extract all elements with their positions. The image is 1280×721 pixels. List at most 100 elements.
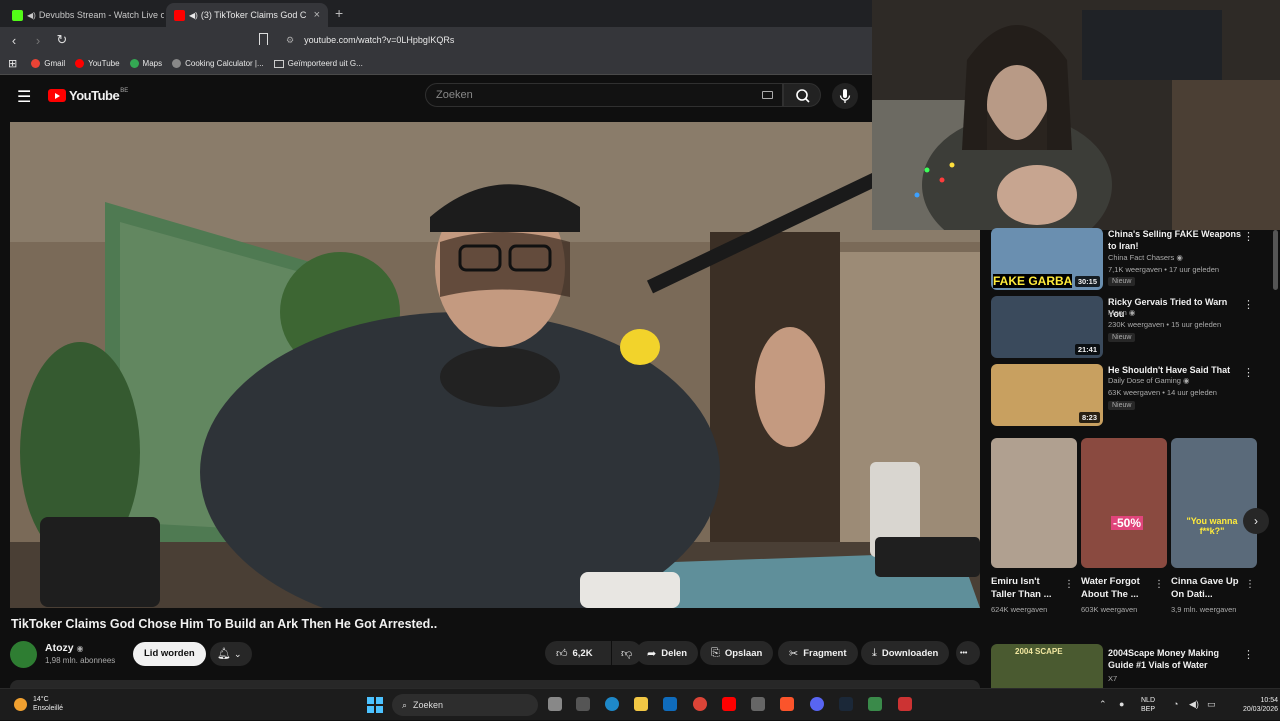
short-title[interactable]: Water Forgot About The ... [1081,575,1151,601]
more-options-icon[interactable]: ⋮ [1243,230,1254,243]
menu-hamburger-icon[interactable]: ☰ [17,87,31,107]
kick-favicon-icon [12,9,23,21]
microphone-tray-icon[interactable]: ● [1119,699,1124,709]
voice-search-button[interactable] [832,83,858,109]
bookmark-cooking-calculator[interactable]: Cooking Calculator |... [172,59,264,68]
video-thumbnail[interactable]: FAKE GARBA 30:15 [991,228,1103,290]
reload-icon[interactable]: ↻ [52,32,72,48]
file-explorer-icon[interactable] [634,697,648,711]
video-player[interactable] [10,122,980,608]
more-options-icon[interactable]: ⋮ [1064,579,1074,590]
short-title[interactable]: Emiru Isn't Taller Than ... [991,575,1061,601]
save-button[interactable]: ⎘ Opslaan [700,641,774,665]
short-thumbnail[interactable]: -50% [1081,438,1167,568]
channel-name[interactable]: Moon ◉ [1108,308,1135,317]
channel-name[interactable]: Atozy ◉ [45,642,84,654]
short-title[interactable]: Cinna Gave Up On Dati... [1171,575,1241,601]
shorts-next-chevron-icon[interactable]: › [1243,508,1269,534]
video-thumbnail[interactable]: 8:23 [991,364,1103,426]
download-button[interactable]: ⤓ Downloaden [861,641,950,665]
scrollbar[interactable] [1273,230,1278,290]
short-thumbnail[interactable] [991,438,1077,568]
date: 20/03/2026 [1242,706,1278,713]
chevron-up-icon[interactable]: ⌃ [1099,699,1107,710]
chrome-icon[interactable] [693,697,707,711]
video-thumbnail[interactable]: 21:41 [991,296,1103,358]
windows-start-icon[interactable] [367,697,383,713]
search-button[interactable] [783,83,821,107]
app-icon[interactable] [898,697,912,711]
bookmark-youtube[interactable]: YouTube [75,59,120,68]
back-icon[interactable]: ‹ [4,33,24,48]
battery-icon[interactable]: ▭ [1207,699,1216,710]
app-icon[interactable] [868,697,882,711]
edge-icon[interactable] [605,697,619,711]
clip-button[interactable]: ✂ Fragment [778,641,858,665]
share-button[interactable]: ➦ Delen [636,641,699,665]
steam-icon[interactable] [839,697,853,711]
input-language[interactable]: NLD BEP [1141,696,1155,714]
video-title[interactable]: 2004Scape Money Making Guide #1 Vials of… [1108,647,1243,671]
new-badge: Nieuw [1108,401,1136,410]
join-button[interactable]: Lid worden [133,642,206,666]
video-title[interactable]: China's Selling FAKE Weapons to Iran! [1108,228,1243,252]
channel-name[interactable]: China Fact Chasers ◉ [1108,253,1183,262]
streamer-webcam-overlay [872,0,1280,230]
youtube-app-icon[interactable] [722,697,736,711]
recommended-video[interactable]: FAKE GARBA 30:15 China's Selling FAKE We… [991,228,1276,292]
more-options-icon[interactable]: ⋮ [1243,366,1254,379]
short-views: 3,9 mln. weergaven [1171,605,1237,614]
new-tab-button[interactable]: + [335,5,343,21]
site-info-icon[interactable]: ⚙ [286,35,294,46]
bookmark-gmail[interactable]: Gmail [31,59,65,68]
bookmark-maps[interactable]: Maps [129,59,162,68]
wifi-icon[interactable]: ◔ [1173,699,1178,709]
apps-grid-icon[interactable]: ⊞ [8,57,17,70]
short-thumbnail[interactable]: "You wanna f**k?" [1171,438,1257,568]
more-options-icon[interactable]: ⋮ [1245,579,1255,590]
forward-icon[interactable]: › [28,33,48,48]
search-icon: ⌕ [402,699,408,710]
thumbs-up-icon: 👍︎ [556,647,568,660]
close-tab-icon[interactable]: × [308,9,320,21]
tab-youtube-video[interactable]: ◀) (3) TikToker Claims God Chos × [166,3,328,27]
calculator-icon[interactable] [751,697,765,711]
video-meta: 63K weergaven • 14 uur geleden [1108,388,1217,397]
tab-kick-stream[interactable]: ◀) Devubbs Stream - Watch Live on [4,3,164,27]
channel-avatar[interactable] [10,641,37,668]
more-options-icon[interactable]: ⋮ [1243,298,1254,311]
bookmarks-bar: ⊞ Gmail YouTube Maps Cooking Calculator … [0,53,872,75]
discord-icon[interactable] [810,697,824,711]
more-options-icon[interactable]: ⋮ [1243,648,1254,661]
channel-name[interactable]: X7 [1108,674,1117,683]
weather-widget[interactable]: 14°C Ensoleillé [14,695,63,713]
browser-tab-bar: ◀) Devubbs Stream - Watch Live on ◀) (3)… [0,0,872,27]
clock[interactable]: 10:54 20/03/2026 [1240,696,1278,714]
microphone-icon [839,89,851,103]
taskbar-search[interactable]: ⌕ Zoeken [392,694,538,716]
like-button[interactable]: 👍︎ 6,2K [545,641,611,665]
cooking-calculator-icon [172,59,182,68]
store-icon[interactable] [576,697,590,711]
volume-icon[interactable]: ◀) [1189,699,1199,710]
country-code: BE [120,88,129,94]
bookmark-folder-imported[interactable]: Geïmporteerd uit G... [273,59,363,68]
keyboard-icon[interactable] [762,91,773,99]
brave-icon[interactable] [780,697,794,711]
notification-bell-button[interactable]: 🔔︎ ⌄ [210,642,252,666]
search-input[interactable]: Zoeken [425,83,783,107]
new-badge: Nieuw [1108,333,1136,342]
save-label: Opslaan [724,647,763,659]
youtube-logo[interactable]: YouTube BE [48,88,128,103]
more-options-icon[interactable]: ⋮ [1154,579,1164,590]
outlook-icon[interactable] [663,697,677,711]
recommended-video[interactable]: 8:23 He Shouldn't Have Said That Daily D… [991,364,1276,428]
url-field[interactable]: ⚙ youtube.com/watch?v=0LHpbgIKQRs [258,30,870,50]
video-title[interactable]: He Shouldn't Have Said That [1108,364,1243,376]
more-actions-button[interactable]: ••• [956,641,980,665]
clip-label: Fragment [803,647,847,659]
task-view-icon[interactable] [548,697,562,711]
recommended-video[interactable]: 21:41 Ricky Gervais Tried to Warn You Mo… [991,296,1276,360]
keyboard-layout: BEP [1141,706,1156,713]
channel-name[interactable]: Daily Dose of Gaming ◉ [1108,376,1190,385]
